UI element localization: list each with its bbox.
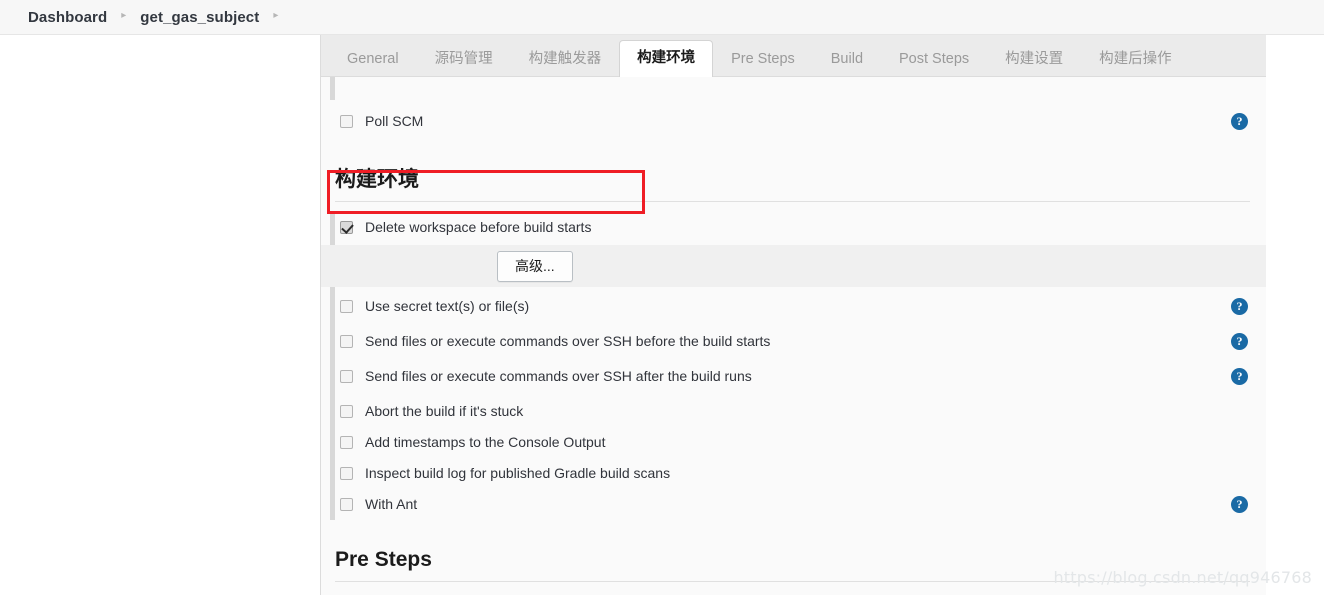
- jenkins-job-configure-page: Dashboard ▸ get_gas_subject ▸ General 源码管…: [0, 0, 1324, 595]
- tab-item-8[interactable]: 构建后操作: [1081, 42, 1190, 77]
- ssh-before-build-label[interactable]: Send files or execute commands over SSH …: [365, 332, 770, 350]
- tab-item-0[interactable]: General: [329, 42, 417, 77]
- ssh-after-build-checkbox[interactable]: [340, 369, 353, 383]
- use-secret-texts-row: Use secret text(s) or file(s)?: [321, 292, 1266, 320]
- watermark-text: https://blog.csdn.net/qq946768: [1053, 568, 1312, 587]
- help-icon[interactable]: ?: [1231, 367, 1248, 385]
- use-secret-texts-label[interactable]: Use secret text(s) or file(s): [365, 297, 529, 315]
- breadcrumb-separator-icon: ▸: [121, 10, 127, 21]
- delete-workspace-label[interactable]: Delete workspace before build starts: [365, 218, 591, 236]
- breadcrumb-item-job[interactable]: get_gas_subject: [140, 9, 259, 26]
- inspect-gradle-scans-checkbox[interactable]: [340, 466, 353, 480]
- inspect-gradle-scans-label[interactable]: Inspect build log for published Gradle b…: [365, 464, 670, 482]
- advanced-button[interactable]: 高级...: [497, 250, 573, 282]
- with-ant-row: With Ant?: [321, 490, 1266, 518]
- build-environment-title: 构建环境: [335, 168, 419, 191]
- config-panel-body: Poll SCM? 构建环境 Delete workspace before bui…: [321, 77, 1266, 595]
- breadcrumb: Dashboard ▸ get_gas_subject ▸: [0, 0, 1324, 35]
- delete-workspace-row: Delete workspace before build starts: [321, 213, 1266, 241]
- ssh-after-build-row: Send files or execute commands over SSH …: [321, 362, 1266, 390]
- with-ant-checkbox[interactable]: [340, 497, 353, 511]
- tab-item-6[interactable]: Post Steps: [881, 42, 987, 77]
- use-secret-texts-checkbox[interactable]: [340, 299, 353, 313]
- help-icon[interactable]: ?: [1231, 112, 1248, 130]
- delete-workspace-checkbox[interactable]: [340, 220, 353, 234]
- ssh-after-build-label[interactable]: Send files or execute commands over SSH …: [365, 367, 752, 385]
- ssh-before-build-row: Send files or execute commands over SSH …: [321, 327, 1266, 355]
- advanced-button-band: 高级...: [321, 245, 1266, 287]
- section-divider: [335, 201, 1250, 202]
- abort-if-stuck-row: Abort the build if it's stuck: [321, 397, 1266, 425]
- inspect-gradle-scans-row: Inspect build log for published Gradle b…: [321, 459, 1266, 487]
- breadcrumb-separator-icon: ▸: [273, 10, 279, 21]
- build-environment-section-header: 构建环境: [335, 167, 1250, 202]
- tab-item-5[interactable]: Build: [813, 42, 881, 77]
- abort-if-stuck-checkbox[interactable]: [340, 404, 353, 418]
- poll-scm-label[interactable]: Poll SCM: [365, 112, 423, 130]
- tab-item-2[interactable]: 构建触发器: [511, 42, 620, 77]
- ssh-before-build-checkbox[interactable]: [340, 334, 353, 348]
- add-timestamps-row: Add timestamps to the Console Output: [321, 428, 1266, 456]
- add-timestamps-label[interactable]: Add timestamps to the Console Output: [365, 433, 605, 451]
- config-tab-strip: General 源码管理 构建触发器 构建环境 Pre Steps Build Post S…: [321, 35, 1266, 77]
- help-icon[interactable]: ?: [1231, 297, 1248, 315]
- help-icon[interactable]: ?: [1231, 332, 1248, 350]
- tab-item-1[interactable]: 源码管理: [417, 42, 511, 77]
- add-timestamps-checkbox[interactable]: [340, 435, 353, 449]
- tab-active-3[interactable]: 构建环境: [619, 40, 714, 77]
- section-indent-bar: [330, 77, 335, 100]
- tab-item-7[interactable]: 构建设置: [987, 42, 1081, 77]
- with-ant-label[interactable]: With Ant: [365, 495, 417, 513]
- poll-scm-checkbox[interactable]: [340, 114, 353, 128]
- breadcrumb-item-dashboard[interactable]: Dashboard: [28, 9, 107, 26]
- help-icon[interactable]: ?: [1231, 495, 1248, 513]
- poll-scm-row: Poll SCM?: [321, 107, 1266, 135]
- abort-if-stuck-label[interactable]: Abort the build if it's stuck: [365, 402, 523, 420]
- tab-item-4[interactable]: Pre Steps: [713, 42, 813, 77]
- config-panel: General 源码管理 构建触发器 构建环境 Pre Steps Build Post S…: [320, 35, 1266, 595]
